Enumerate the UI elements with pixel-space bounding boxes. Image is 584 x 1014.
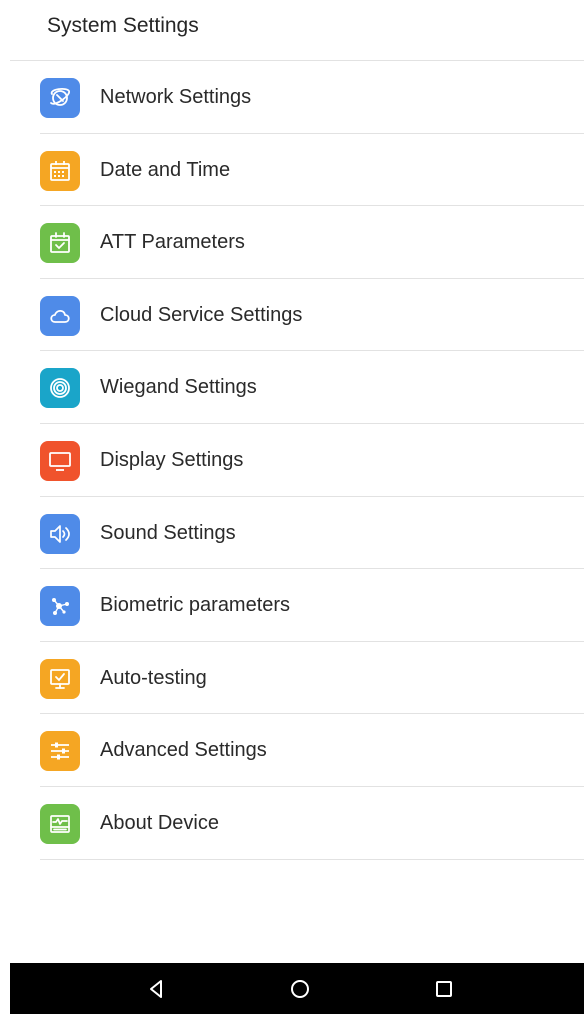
settings-item-label: ATT Parameters [100,231,245,254]
header: System Settings [0,0,584,61]
settings-item-biometric[interactable]: Biometric parameters [0,569,584,642]
biometric-icon [40,586,80,627]
settings-item-sound[interactable]: Sound Settings [0,497,584,570]
settings-item-label: Display Settings [100,448,244,471]
settings-item-label: Network Settings [100,86,252,108]
settings-item-auto-testing[interactable]: Auto-testing [0,642,584,715]
wiegand-icon [40,368,80,409]
device-info-icon [40,803,80,844]
calendar-icon [40,150,80,191]
back-icon[interactable] [142,975,170,1003]
settings-item-att-parameters[interactable]: ATT Parameters [0,206,584,279]
settings-item-label: Cloud Service Settings [100,303,303,326]
settings-item-wiegand[interactable]: Wiegand Settings [0,351,584,424]
settings-item-label: Auto-testing [100,666,207,689]
settings-item-date-time[interactable]: Date and Time [0,134,584,207]
settings-item-label: Advanced Settings [100,739,267,762]
auto-test-icon [40,658,80,699]
settings-item-label: Sound Settings [100,521,236,544]
settings-item-advanced[interactable]: Advanced Settings [0,714,584,787]
settings-item-about-device[interactable]: About Device [0,787,584,860]
settings-item-label: Biometric parameters [100,594,291,617]
page-title: System Settings [47,14,199,37]
settings-item-network[interactable]: Network Settings [0,61,584,134]
calendar-check-icon [40,223,80,264]
recents-icon[interactable] [430,975,458,1003]
navigation-bar [10,963,584,1014]
home-icon[interactable] [286,975,314,1003]
divider [40,858,584,860]
network-icon [40,78,80,118]
speaker-icon [40,513,80,554]
sliders-icon [40,731,80,772]
settings-item-label: About Device [100,811,219,834]
settings-list: Network Settings Date and Time ATT Param… [0,61,584,860]
settings-item-label: Wiegand Settings [100,376,257,399]
cloud-icon [40,295,80,336]
settings-item-label: Date and Time [100,158,231,181]
settings-item-cloud-service[interactable]: Cloud Service Settings [0,279,584,352]
monitor-icon [40,440,80,481]
settings-item-display[interactable]: Display Settings [0,424,584,497]
